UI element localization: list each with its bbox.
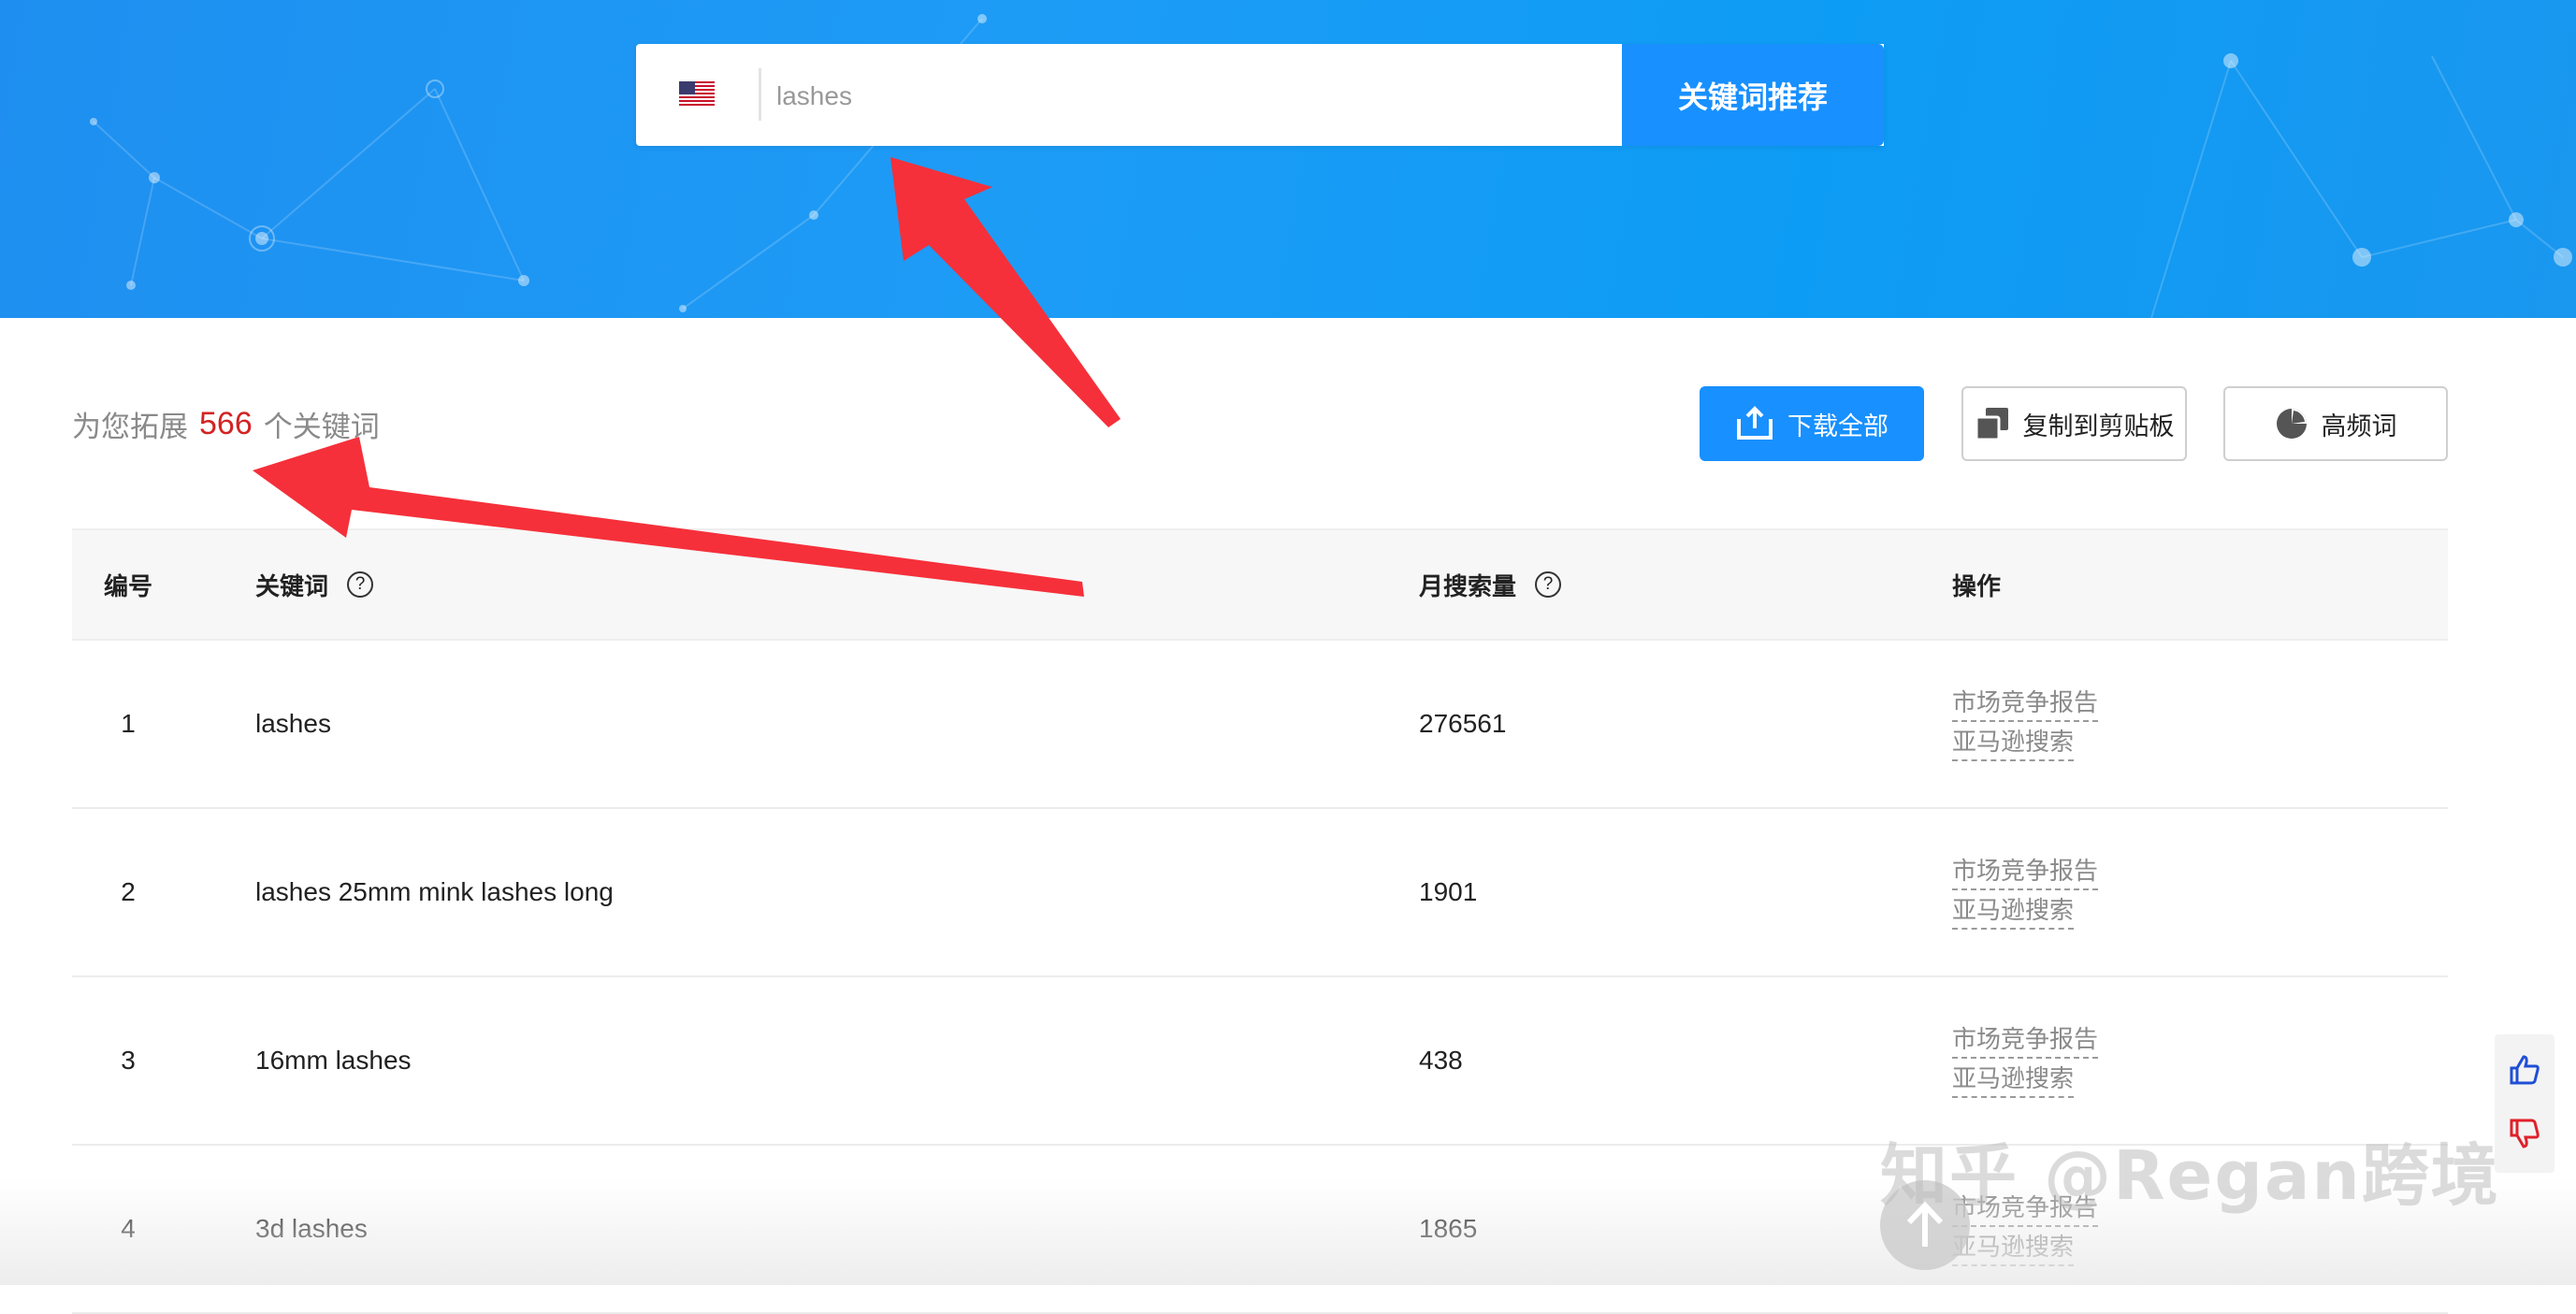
- row-volume: 1865: [1419, 1214, 1478, 1243]
- row-number: 3: [121, 1046, 136, 1075]
- row-operations: 市场竞争报告 亚马逊搜索: [1952, 641, 2099, 807]
- row-number: 2: [121, 877, 136, 906]
- header-keyword: 关键词 ?: [255, 530, 374, 639]
- row-number: 1: [121, 709, 136, 738]
- volume-help-icon[interactable]: ?: [1535, 571, 1562, 598]
- row-volume: 438: [1419, 1046, 1463, 1075]
- market-report-link[interactable]: 市场竞争报告: [1952, 1023, 2099, 1059]
- download-all-button[interactable]: 下载全部: [1700, 386, 1924, 461]
- table-header: 编号 关键词 ? 月搜索量 ? 操作: [72, 528, 2448, 641]
- summary-prefix: 为您拓展: [72, 410, 188, 444]
- market-report-link[interactable]: 市场竞争报告: [1952, 686, 2099, 722]
- table-row: 1 lashes 276561 市场竞争报告 亚马逊搜索: [72, 641, 2448, 809]
- result-summary: 为您拓展 566 个关键词: [72, 400, 380, 447]
- row-keyword: 16mm lashes: [255, 1046, 412, 1075]
- keyword-count: 566: [199, 405, 253, 441]
- pie-chart-icon: [2275, 407, 2308, 440]
- thumbs-up-icon[interactable]: [2508, 1053, 2541, 1087]
- row-keyword: lashes: [255, 709, 331, 738]
- row-keyword: lashes 25mm mink lashes long: [255, 877, 614, 906]
- row-operations: 市场竞争报告 亚马逊搜索: [1952, 809, 2099, 975]
- amazon-search-link[interactable]: 亚马逊搜索: [1952, 1062, 2075, 1098]
- summary-suffix: 个关键词: [263, 410, 380, 444]
- upload-tray-icon: [1735, 406, 1774, 441]
- arrow-up-icon: [1906, 1201, 1944, 1247]
- header-number: 编号: [103, 572, 152, 601]
- row-operations: 市场竞争报告 亚马逊搜索: [1952, 977, 2099, 1144]
- header-banner: 关键词推荐: [0, 0, 2576, 318]
- table-row: 4 3d lashes 1865 市场竞争报告 亚马逊搜索: [72, 1146, 2448, 1314]
- market-report-link[interactable]: 市场竞争报告: [1952, 1191, 2099, 1227]
- copy-to-clipboard-button[interactable]: 复制到剪贴板: [1961, 386, 2187, 461]
- us-flag-icon[interactable]: [679, 81, 715, 106]
- row-number: 4: [121, 1214, 136, 1243]
- search-divider: [759, 68, 761, 121]
- header-operation: 操作: [1952, 572, 2002, 601]
- copy-to-clipboard-label: 复制到剪贴板: [2022, 412, 2175, 441]
- download-all-label: 下载全部: [1787, 412, 1889, 441]
- amazon-search-link[interactable]: 亚马逊搜索: [1952, 1231, 2075, 1266]
- market-report-link[interactable]: 市场竞争报告: [1952, 855, 2099, 890]
- row-volume: 276561: [1419, 709, 1507, 738]
- amazon-search-link[interactable]: 亚马逊搜索: [1952, 894, 2075, 930]
- table-row: 3 16mm lashes 438 市场竞争报告 亚马逊搜索: [72, 977, 2448, 1146]
- header-monthly-volume: 月搜索量 ?: [1419, 530, 1562, 639]
- keyword-help-icon[interactable]: ?: [347, 571, 374, 598]
- keyword-table: 编号 关键词 ? 月搜索量 ? 操作 1 lashes 276561 市场竞争报…: [72, 528, 2448, 1314]
- row-operations: 市场竞争报告 亚马逊搜索: [1952, 1146, 2099, 1312]
- amazon-search-link[interactable]: 亚马逊搜索: [1952, 726, 2075, 761]
- frequent-words-button[interactable]: 高频词: [2223, 386, 2448, 461]
- row-volume: 1901: [1419, 877, 1478, 906]
- frequent-words-label: 高频词: [2321, 412, 2397, 441]
- copy-icon: [1975, 406, 2010, 441]
- feedback-panel: [2495, 1034, 2554, 1173]
- back-to-top-button[interactable]: [1880, 1180, 1970, 1270]
- table-row: 2 lashes 25mm mink lashes long 1901 市场竞争…: [72, 809, 2448, 977]
- row-keyword: 3d lashes: [255, 1214, 368, 1243]
- keyword-recommend-button[interactable]: 关键词推荐: [1622, 44, 1884, 146]
- thumbs-down-icon[interactable]: [2508, 1117, 2541, 1150]
